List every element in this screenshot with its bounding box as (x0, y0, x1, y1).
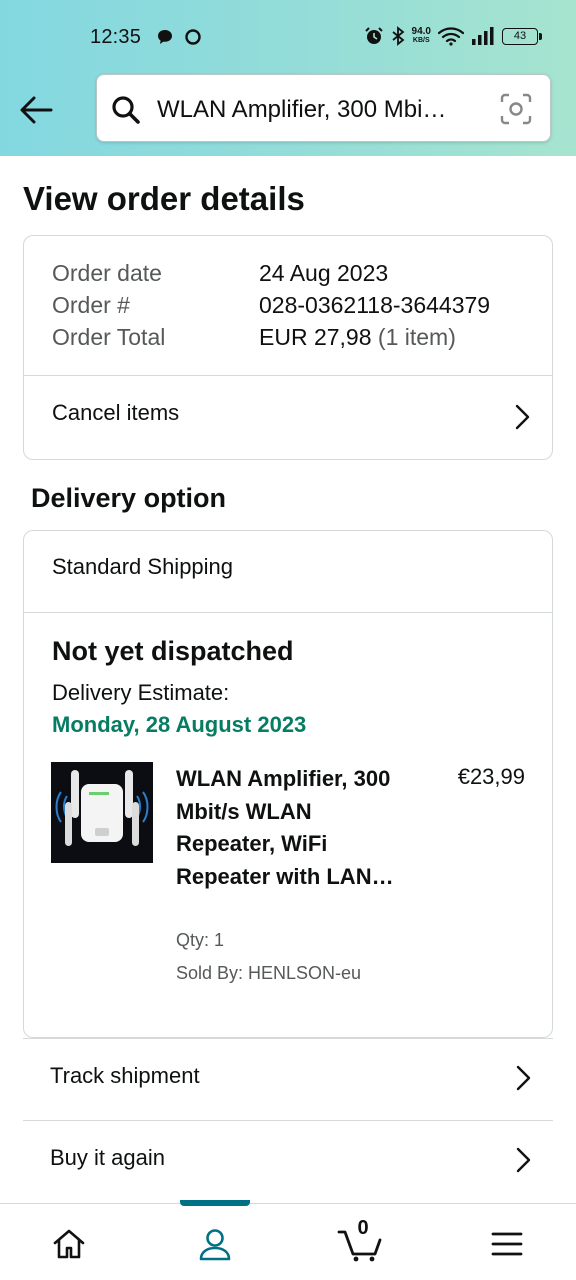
order-summary-card: Order date 24 Aug 2023 Order # 028-03621… (23, 235, 553, 460)
page-title: View order details (23, 180, 305, 217)
cart-count-badge: 0 (357, 1217, 369, 1239)
bluetooth-icon (391, 26, 404, 46)
delivery-estimate-date: Monday, 28 August 2023 (52, 712, 307, 737)
wifi-icon (438, 27, 464, 46)
product-quantity: Qty: 1 (176, 930, 225, 950)
delivery-estimate-label: Delivery Estimate: (52, 680, 230, 705)
status-bar: 12:35 94.0 KB/S 43 (0, 0, 576, 76)
product-title-link[interactable]: WLAN Amplifier, 300 Mbit/s WLAN Repeater… (176, 763, 396, 893)
cancel-items-link[interactable]: Cancel items (24, 376, 552, 460)
search-input[interactable]: WLAN Amplifier, 300 Mbi… (96, 74, 551, 142)
divider (24, 612, 552, 613)
battery-indicator: 43 (502, 27, 542, 45)
chat-notification-icon (158, 30, 172, 44)
order-number-label: Order # (52, 292, 130, 318)
buy-again-label: Buy it again (50, 1145, 165, 1170)
shipping-method: Standard Shipping (52, 554, 234, 579)
buy-again-link[interactable]: Buy it again (23, 1120, 553, 1200)
back-button[interactable] (16, 90, 56, 130)
cancel-items-label: Cancel items (52, 400, 180, 425)
track-shipment-label: Track shipment (50, 1063, 200, 1088)
order-date-value: 24 Aug 2023 (259, 260, 389, 286)
arrow-left-icon (20, 96, 53, 124)
delivery-section-title: Delivery option (31, 483, 227, 513)
product-seller: Sold By: HENLSON-eu (176, 963, 362, 983)
nav-account[interactable] (195, 1224, 235, 1264)
track-shipment-link[interactable]: Track shipment (23, 1038, 553, 1118)
bottom-nav: 0 (0, 1200, 576, 1280)
order-item-count: (1 item) (377, 324, 456, 350)
order-date-label: Order date (52, 260, 162, 286)
chevron-right-icon (516, 1147, 531, 1173)
search-query-text[interactable]: WLAN Amplifier, 300 Mbi… (157, 96, 487, 124)
product-image[interactable] (51, 762, 153, 863)
nav-menu[interactable] (487, 1224, 527, 1264)
nav-home[interactable] (49, 1224, 89, 1264)
active-tab-indicator (180, 1200, 250, 1206)
wifi-repeater-image (51, 762, 153, 863)
sync-notification-icon (185, 29, 201, 45)
camera-scan-icon[interactable] (500, 93, 532, 125)
order-total-value: EUR 27,98 (1 item) (259, 324, 456, 350)
shipment-status: Not yet dispatched (52, 636, 294, 666)
net-speed: 94.0 KB/S (411, 26, 431, 45)
chevron-right-icon (516, 1065, 531, 1091)
order-total-label: Order Total (52, 324, 166, 350)
header: 12:35 94.0 KB/S 43 WLAN Amplifier, 300 M… (0, 0, 576, 156)
order-number-value: 028-0362118-3644379 (259, 292, 491, 318)
search-icon (112, 96, 140, 124)
alarm-icon (364, 27, 383, 44)
menu-icon (491, 1232, 523, 1256)
account-icon (199, 1229, 231, 1261)
chevron-right-icon (515, 404, 530, 430)
product-price: €23,99 (457, 764, 525, 789)
home-icon (53, 1229, 85, 1259)
status-time: 12:35 (90, 26, 142, 48)
nav-cart[interactable]: 0 (336, 1217, 384, 1264)
delivery-card: Standard Shipping Not yet dispatched Del… (23, 530, 553, 1038)
signal-icon (472, 27, 494, 45)
